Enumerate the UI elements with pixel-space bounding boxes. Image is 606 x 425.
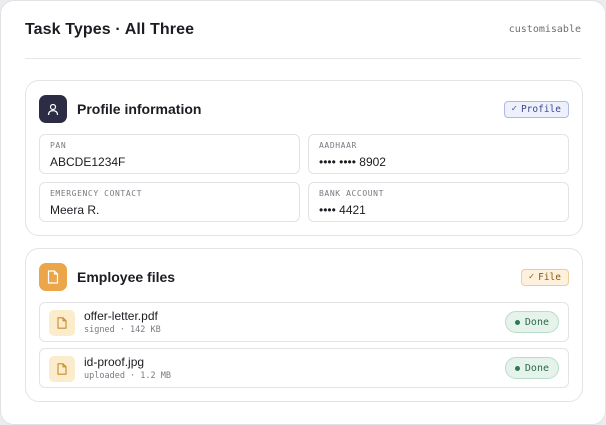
check-icon: ✓ — [511, 104, 517, 114]
profile-badge-label: Profile — [520, 103, 561, 115]
status-badge: Done — [504, 357, 559, 379]
file-type-badge: ✓ File — [520, 268, 569, 286]
aadhaar-value: •••• •••• 8902 — [319, 155, 386, 169]
customisable-tag: customisable — [508, 24, 581, 35]
user-icon — [39, 95, 67, 123]
file-icon — [49, 356, 75, 382]
file-row[interactable]: id-proof.jpg uploaded · 1.2 MB Done — [39, 348, 569, 388]
file-name[interactable]: offer-letter.pdf — [84, 309, 158, 323]
bank-account-label: BANK ACCOUNT — [319, 189, 384, 198]
pan-label: PAN — [50, 141, 67, 150]
check-icon: ✓ — [528, 272, 535, 282]
files-card-title: Employee files — [77, 269, 176, 285]
files-card-header: Employee files ✓ File — [39, 262, 569, 292]
file-name[interactable]: id-proof.jpg — [84, 355, 144, 369]
profile-card: Profile information ✓ Profile PAN ABCDE1… — [25, 80, 583, 236]
aadhaar-label: AADHAAR — [319, 141, 357, 150]
bank-account-field[interactable]: BANK ACCOUNT •••• 4421 — [308, 182, 569, 222]
panel-header: Task Types · All Three customisable — [25, 1, 581, 59]
aadhaar-field[interactable]: AADHAAR •••• •••• 8902 — [308, 134, 569, 174]
status-dot-icon — [514, 365, 520, 371]
file-row[interactable]: offer-letter.pdf signed · 142 KB Done — [39, 302, 569, 342]
status-dot-icon — [514, 319, 520, 325]
status-label: Done — [524, 362, 549, 374]
status-label: Done — [524, 316, 549, 328]
profile-card-title: Profile information — [77, 101, 202, 117]
emergency-contact-value: Meera R. — [50, 203, 100, 217]
file-meta: uploaded · 1.2 MB — [84, 371, 171, 381]
file-meta: signed · 142 KB — [84, 325, 161, 335]
emergency-contact-label: EMERGENCY CONTACT — [50, 189, 143, 198]
file-badge-label: File — [538, 271, 561, 283]
file-icon — [49, 310, 75, 336]
profile-card-header: Profile information ✓ Profile — [39, 94, 569, 124]
pan-field[interactable]: PAN ABCDE1234F — [39, 134, 300, 174]
task-types-panel: Task Types · All Three customisable Prof… — [0, 0, 606, 425]
profile-type-badge: ✓ Profile — [503, 100, 569, 118]
bank-account-value: •••• 4421 — [319, 203, 366, 217]
page-title: Task Types · All Three — [25, 20, 195, 38]
files-card: Employee files ✓ File offer-letter.pdf s… — [25, 248, 583, 402]
document-icon — [39, 263, 67, 291]
status-badge: Done — [504, 311, 559, 333]
pan-value: ABCDE1234F — [50, 155, 126, 169]
emergency-contact-field[interactable]: EMERGENCY CONTACT Meera R. — [39, 182, 300, 222]
